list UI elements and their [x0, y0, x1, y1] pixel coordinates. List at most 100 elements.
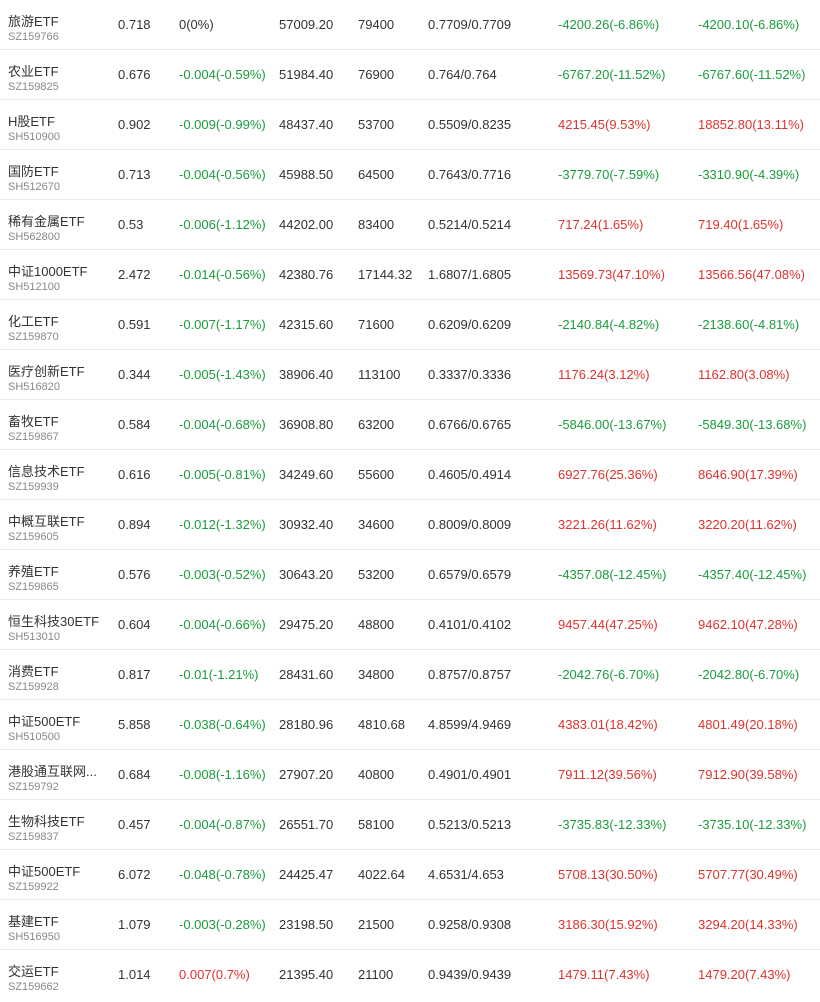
- table-row[interactable]: 信息技术ETF SZ159939 0.616 -0.005(-0.81%) 34…: [0, 450, 820, 500]
- fund-code: SZ159922: [8, 881, 59, 893]
- table-row[interactable]: 稀有金属ETF SH562800 0.53 -0.006(-1.12%) 442…: [0, 200, 820, 250]
- fund-name: 畜牧ETF: [8, 414, 59, 429]
- table-row[interactable]: 国防ETF SH512670 0.713 -0.004(-0.56%) 4598…: [0, 150, 820, 200]
- cost-cell: 0.5213/0.5213: [428, 817, 512, 832]
- shares-cell: 40800: [358, 767, 395, 782]
- table-row[interactable]: H股ETF SH510900 0.902 -0.009(-0.99%) 4843…: [0, 100, 820, 150]
- cost-cell: 0.7643/0.7716: [428, 167, 512, 182]
- table-row[interactable]: 恒生科技30ETF SH513010 0.604 -0.004(-0.66%) …: [0, 600, 820, 650]
- shares-cell: 53700: [358, 117, 395, 132]
- fund-code: SH562800: [8, 231, 60, 243]
- price-cell: 0.604: [118, 617, 151, 632]
- fund-name: 交运ETF: [8, 964, 59, 979]
- profit-loss-cell: -3779.70(-7.59%): [558, 167, 660, 182]
- cost-cell: 0.4901/0.4901: [428, 767, 512, 782]
- fund-name: 旅游ETF: [8, 14, 59, 29]
- table-row[interactable]: 港股通互联网... SZ159792 0.684 -0.008(-1.16%) …: [0, 750, 820, 800]
- fund-cell: 中概互联ETF SZ159605: [8, 500, 108, 549]
- profit-loss-cell: 9457.44(47.25%): [558, 617, 658, 632]
- price-cell: 5.858: [118, 717, 151, 732]
- shares-cell: 4810.68: [358, 717, 405, 732]
- table-row[interactable]: 旅游ETF SZ159766 0.718 0(0%) 57009.20 7940…: [0, 0, 820, 50]
- table-row[interactable]: 中概互联ETF SZ159605 0.894 -0.012(-1.32%) 30…: [0, 500, 820, 550]
- shares-cell: 64500: [358, 167, 395, 182]
- cost-cell: 4.6531/4.653: [428, 867, 504, 882]
- cost-cell: 0.7709/0.7709: [428, 17, 512, 32]
- cost-cell: 0.4605/0.4914: [428, 467, 512, 482]
- table-row[interactable]: 化工ETF SZ159870 0.591 -0.007(-1.17%) 4231…: [0, 300, 820, 350]
- shares-cell: 58100: [358, 817, 395, 832]
- market-value-cell: 21395.40: [279, 967, 334, 982]
- shares-cell: 48800: [358, 617, 395, 632]
- total-profit-loss-cell: 3294.20(14.33%): [698, 917, 798, 932]
- shares-cell: 83400: [358, 217, 395, 232]
- holdings-table: 旅游ETF SZ159766 0.718 0(0%) 57009.20 7940…: [0, 0, 820, 1000]
- profit-loss-cell: -3735.83(-12.33%): [558, 817, 667, 832]
- cost-cell: 0.9439/0.9439: [428, 967, 512, 982]
- market-value-cell: 57009.20: [279, 17, 334, 32]
- table-row[interactable]: 中证1000ETF SH512100 2.472 -0.014(-0.56%) …: [0, 250, 820, 300]
- change-cell: -0.004(-0.56%): [179, 167, 266, 182]
- market-value-cell: 38906.40: [279, 367, 334, 382]
- fund-cell: 稀有金属ETF SH562800: [8, 200, 108, 249]
- fund-cell: 交运ETF SZ159662: [8, 950, 108, 999]
- fund-name: 中证1000ETF: [8, 264, 88, 279]
- profit-loss-cell: -5846.00(-13.67%): [558, 417, 667, 432]
- price-cell: 0.591: [118, 317, 151, 332]
- total-profit-loss-cell: 1479.20(7.43%): [698, 967, 791, 982]
- fund-cell: 中证500ETF SZ159922: [8, 850, 108, 899]
- table-row[interactable]: 交运ETF SZ159662 1.014 0.007(0.7%) 21395.4…: [0, 950, 820, 1000]
- fund-name: 中概互联ETF: [8, 514, 85, 529]
- total-profit-loss-cell: 1162.80(3.08%): [698, 367, 790, 382]
- table-row[interactable]: 养殖ETF SZ159865 0.576 -0.003(-0.52%) 3064…: [0, 550, 820, 600]
- cost-cell: 4.8599/4.9469: [428, 717, 512, 732]
- fund-code: SZ159766: [8, 31, 59, 43]
- fund-code: SZ159870: [8, 331, 59, 343]
- total-profit-loss-cell: 3220.20(11.62%): [698, 517, 797, 532]
- shares-cell: 17144.32: [358, 267, 413, 282]
- fund-code: SZ159662: [8, 981, 59, 993]
- table-row[interactable]: 中证500ETF SH510500 5.858 -0.038(-0.64%) 2…: [0, 700, 820, 750]
- price-cell: 0.676: [118, 67, 151, 82]
- change-cell: -0.004(-0.59%): [179, 67, 266, 82]
- table-row[interactable]: 畜牧ETF SZ159867 0.584 -0.004(-0.68%) 3690…: [0, 400, 820, 450]
- change-cell: -0.048(-0.78%): [179, 867, 266, 882]
- fund-name: 国防ETF: [8, 164, 59, 179]
- market-value-cell: 48437.40: [279, 117, 334, 132]
- profit-loss-cell: 13569.73(47.10%): [558, 267, 665, 282]
- shares-cell: 76900: [358, 67, 395, 82]
- market-value-cell: 30643.20: [279, 567, 334, 582]
- fund-name: 基建ETF: [8, 914, 59, 929]
- table-row[interactable]: 中证500ETF SZ159922 6.072 -0.048(-0.78%) 2…: [0, 850, 820, 900]
- change-cell: -0.014(-0.56%): [179, 267, 266, 282]
- price-cell: 0.684: [118, 767, 151, 782]
- fund-name: 生物科技ETF: [8, 814, 85, 829]
- table-row[interactable]: 基建ETF SH516950 1.079 -0.003(-0.28%) 2319…: [0, 900, 820, 950]
- table-row[interactable]: 消费ETF SZ159928 0.817 -0.01(-1.21%) 28431…: [0, 650, 820, 700]
- price-cell: 1.014: [118, 967, 151, 982]
- cost-cell: 0.8009/0.8009: [428, 517, 512, 532]
- fund-name: 中证500ETF: [8, 864, 81, 879]
- total-profit-loss-cell: 4801.49(20.18%): [698, 717, 798, 732]
- table-row[interactable]: 生物科技ETF SZ159837 0.457 -0.004(-0.87%) 26…: [0, 800, 820, 850]
- market-value-cell: 26551.70: [279, 817, 334, 832]
- fund-name: 养殖ETF: [8, 564, 59, 579]
- profit-loss-cell: 3186.30(15.92%): [558, 917, 658, 932]
- table-row[interactable]: 农业ETF SZ159825 0.676 -0.004(-0.59%) 5198…: [0, 50, 820, 100]
- profit-loss-cell: 6927.76(25.36%): [558, 467, 658, 482]
- cost-cell: 0.9258/0.9308: [428, 917, 512, 932]
- fund-code: SZ159837: [8, 831, 59, 843]
- total-profit-loss-cell: -5849.30(-13.68%): [698, 417, 807, 432]
- fund-cell: 恒生科技30ETF SH513010: [8, 600, 108, 649]
- fund-code: SH513010: [8, 631, 60, 643]
- market-value-cell: 36908.80: [279, 417, 334, 432]
- table-row[interactable]: 医疗创新ETF SH516820 0.344 -0.005(-1.43%) 38…: [0, 350, 820, 400]
- market-value-cell: 45988.50: [279, 167, 334, 182]
- price-cell: 0.718: [118, 17, 151, 32]
- market-value-cell: 28180.96: [279, 717, 334, 732]
- total-profit-loss-cell: -4357.40(-12.45%): [698, 567, 807, 582]
- fund-name: 中证500ETF: [8, 714, 81, 729]
- total-profit-loss-cell: 13566.56(47.08%): [698, 267, 805, 282]
- fund-code: SZ159928: [8, 681, 59, 693]
- price-cell: 0.457: [118, 817, 151, 832]
